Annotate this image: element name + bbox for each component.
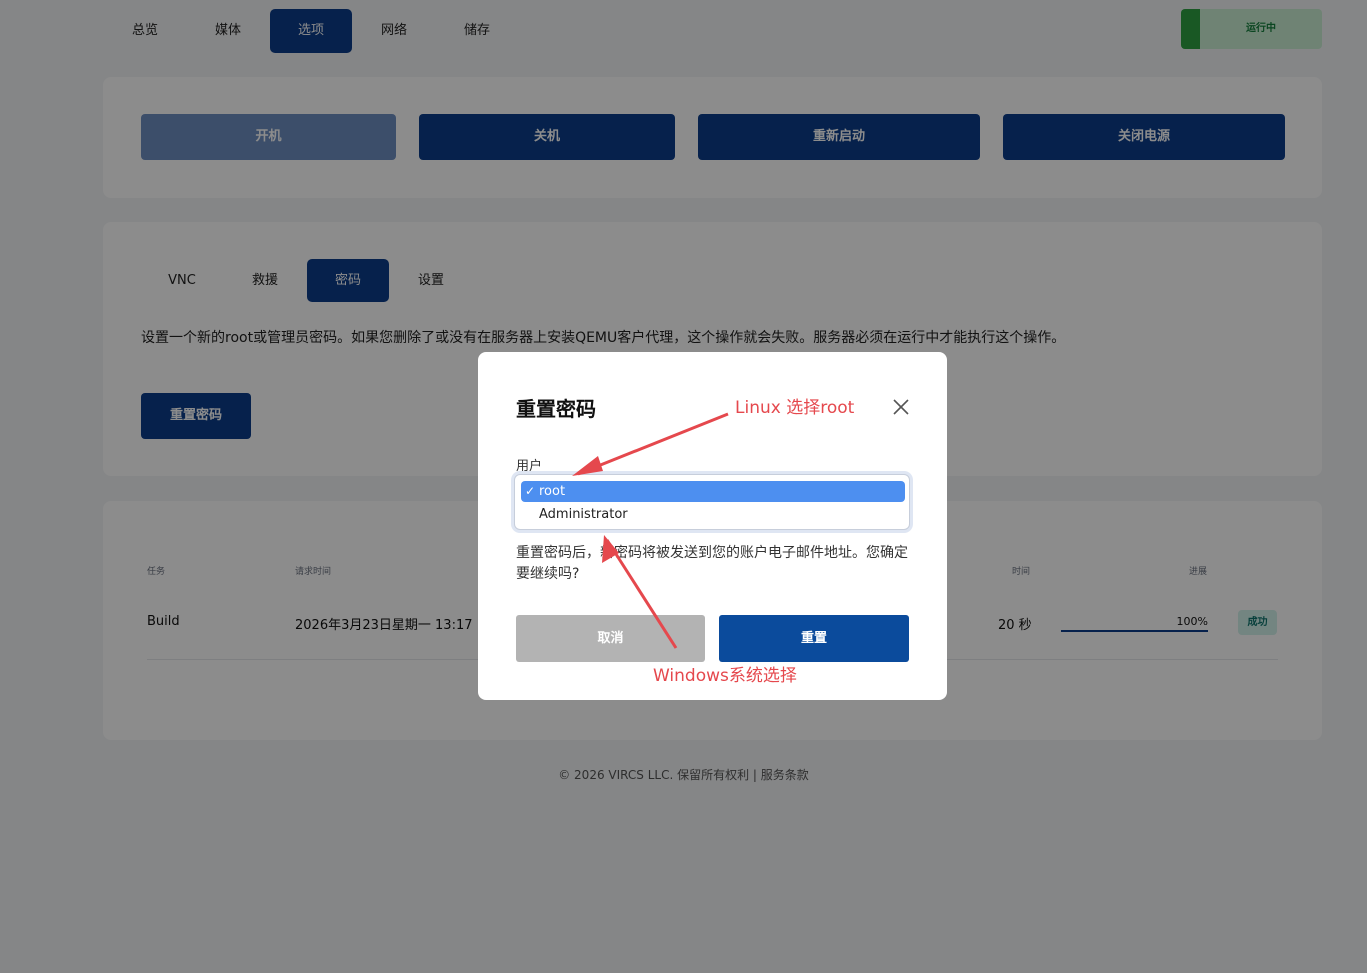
annotation-arrows <box>572 412 729 649</box>
arrow-to-administrator-option <box>602 535 678 649</box>
annotation-windows: Windows系统选择 <box>653 666 797 686</box>
annotation-linux: Linux 选择root <box>735 398 855 418</box>
arrow-to-root-option <box>572 412 729 476</box>
